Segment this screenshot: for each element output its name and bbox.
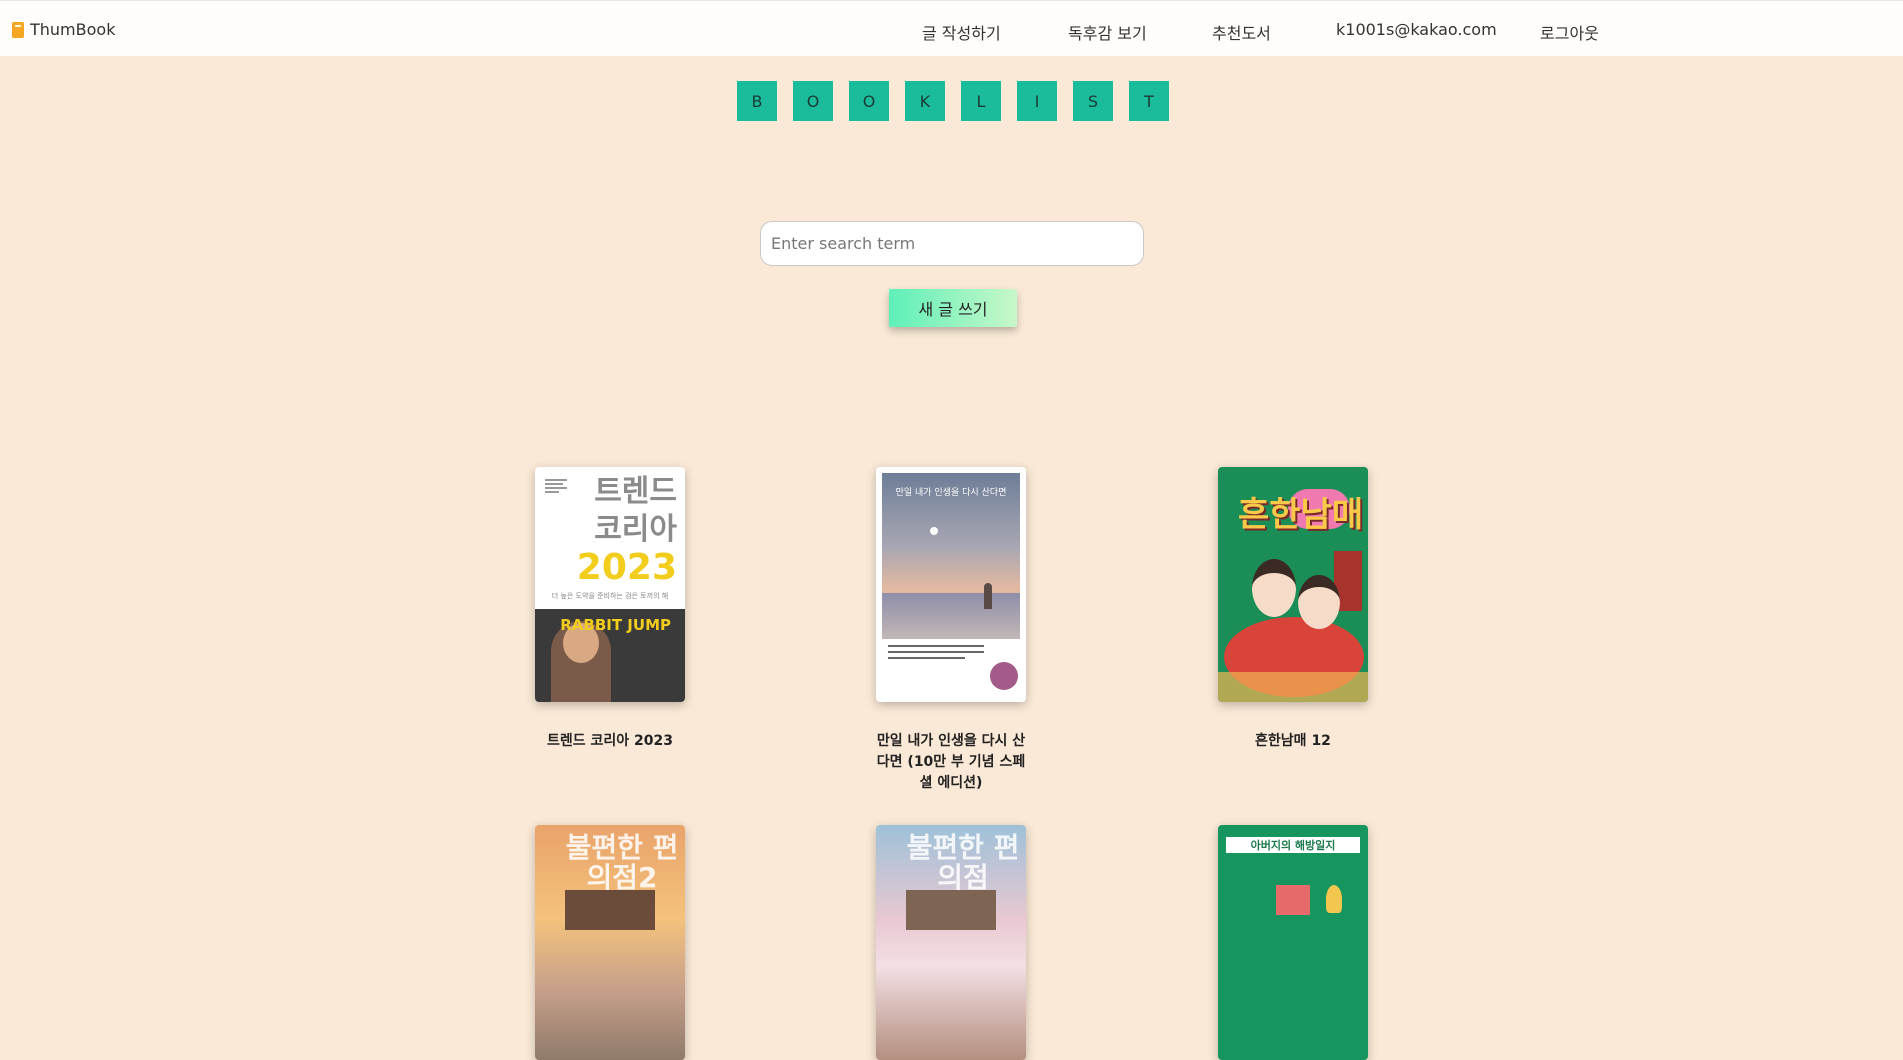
book-cover[interactable]: 트렌드 코리아 2023 더 높은 도약을 준비하는 검은 토끼의 해 RABB… (535, 467, 685, 702)
new-post-button[interactable]: 새 글 쓰기 (889, 289, 1017, 327)
book-card[interactable]: 불편한 편의점 (876, 825, 1026, 1060)
nav-logout[interactable]: 로그아웃 (1540, 20, 1599, 44)
banner-letter: S (1073, 81, 1113, 121)
cover-character (1298, 575, 1340, 629)
brand-name: ThumBook (30, 20, 116, 39)
nav-view-reviews[interactable]: 독후감 보기 (1068, 20, 1147, 44)
cover-photo: RABBIT JUMP (535, 609, 685, 702)
book-card[interactable]: 불편한 편의점2 (535, 825, 685, 1060)
nav-recommended-books[interactable]: 추천도서 (1212, 20, 1271, 44)
book-title[interactable]: 만일 내가 인생을 다시 산다면 (10만 부 기념 스페셜 에디션) (876, 731, 1026, 794)
cover-illustration: 만일 내가 인생을 다시 산다면 (882, 473, 1020, 639)
book-card[interactable]: 아버지의 해방일지 (1218, 825, 1368, 1060)
book-icon (12, 21, 24, 38)
book-cover[interactable]: 흔한남매 (1218, 467, 1368, 702)
top-navbar: ThumBook 글 작성하기 독후감 보기 추천도서 k1001s@kakao… (0, 0, 1903, 56)
book-card[interactable]: 흔한남매 흔한남매 12 (1218, 467, 1368, 752)
search-input[interactable] (760, 221, 1144, 266)
cover-title: 아버지의 해방일지 (1226, 837, 1360, 853)
cover-title: 흔한남매 (1238, 495, 1364, 535)
cover-text-lines (888, 645, 984, 663)
book-title[interactable]: 트렌드 코리아 2023 (535, 731, 685, 752)
book-title[interactable]: 흔한남매 12 (1218, 731, 1368, 752)
cover-title: 불편한 편의점 (906, 831, 1020, 894)
book-card[interactable]: 만일 내가 인생을 다시 산다면 만일 내가 인생을 다시 산다면 (10만 부… (876, 467, 1026, 794)
cover-character (1252, 559, 1296, 617)
booklist-banner: B O O K L I S T (737, 81, 1169, 121)
nav-user-email[interactable]: k1001s@kakao.com (1336, 20, 1497, 39)
book-cover[interactable]: 아버지의 해방일지 (1218, 825, 1368, 1060)
cover-side-text (545, 477, 575, 495)
banner-letter: O (849, 81, 889, 121)
book-cover[interactable]: 불편한 편의점 (876, 825, 1026, 1060)
book-cover[interactable]: 불편한 편의점2 (535, 825, 685, 1060)
cover-badge (990, 662, 1018, 690)
book-cover[interactable]: 만일 내가 인생을 다시 산다면 (876, 467, 1026, 702)
banner-letter: K (905, 81, 945, 121)
brand[interactable]: ThumBook (12, 20, 115, 39)
cover-title: 트렌드 코리아 2023 (576, 474, 677, 588)
cover-subtitle: 더 높은 도약을 준비하는 검은 토끼의 해 (551, 592, 669, 600)
cover-title: 불편한 편의점2 (565, 831, 679, 894)
banner-letter: B (737, 81, 777, 121)
book-card[interactable]: 트렌드 코리아 2023 더 높은 도약을 준비하는 검은 토끼의 해 RABB… (535, 467, 685, 752)
nav-write-post[interactable]: 글 작성하기 (922, 20, 1001, 44)
banner-letter: O (793, 81, 833, 121)
banner-letter: I (1017, 81, 1057, 121)
banner-letter: L (961, 81, 1001, 121)
banner-letter: T (1129, 81, 1169, 121)
